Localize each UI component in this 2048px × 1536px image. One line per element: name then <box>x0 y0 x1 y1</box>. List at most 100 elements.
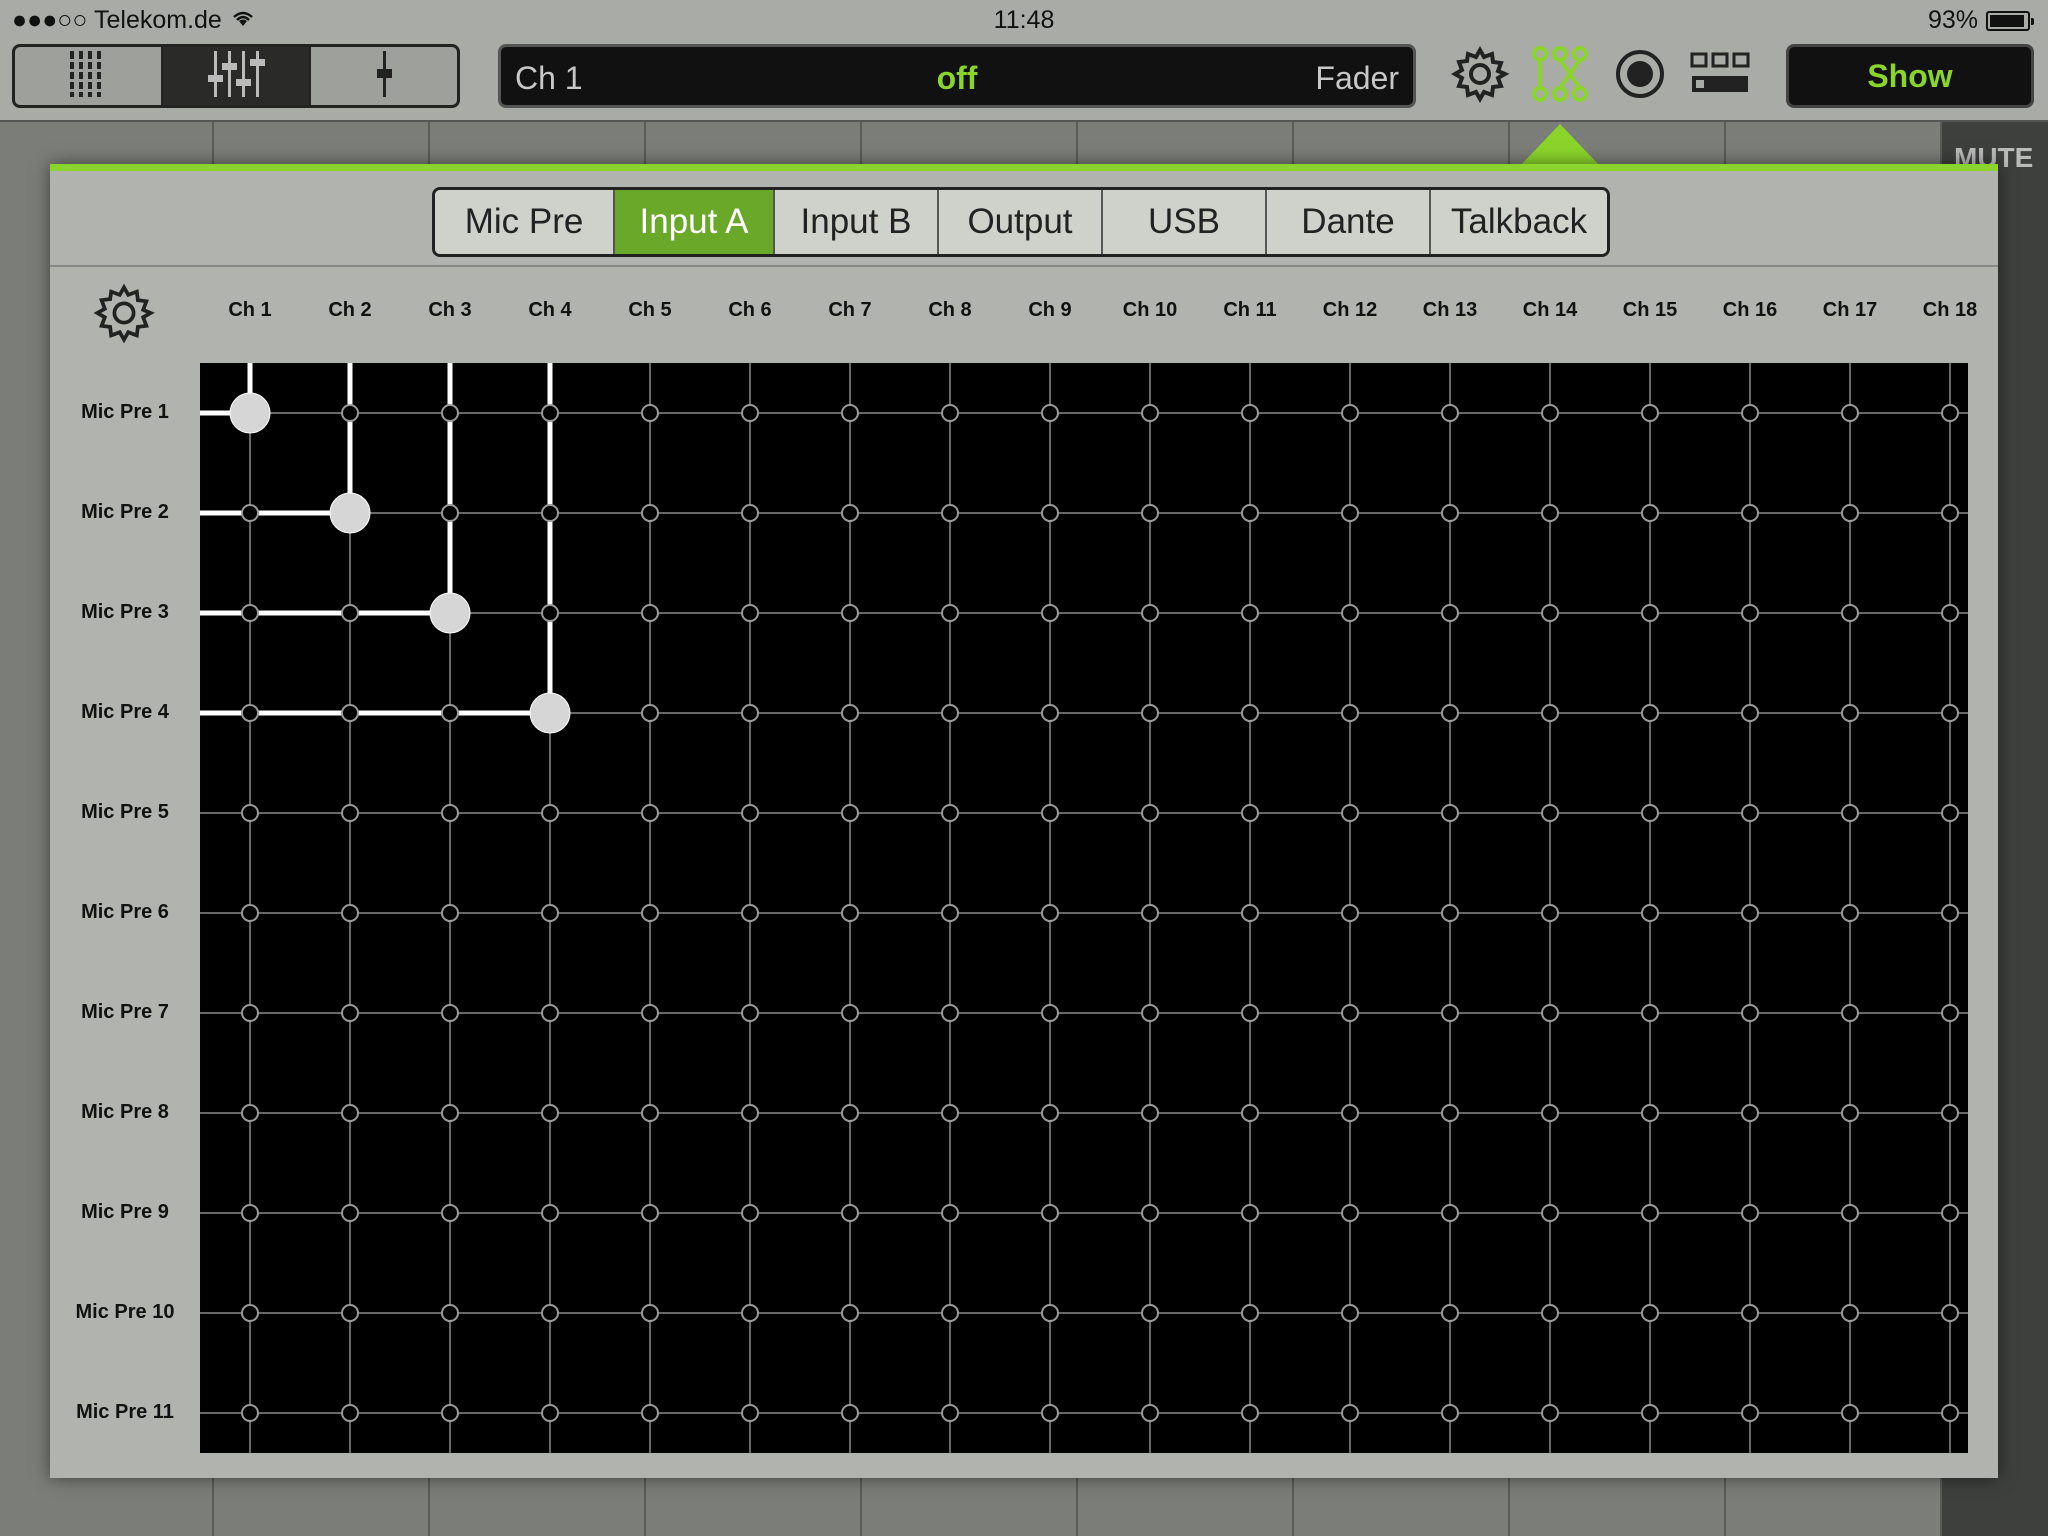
route-node[interactable] <box>841 604 859 622</box>
route-node[interactable] <box>1141 704 1159 722</box>
route-node[interactable] <box>1741 604 1759 622</box>
route-node[interactable] <box>1741 904 1759 922</box>
route-node[interactable] <box>541 504 559 522</box>
route-node[interactable] <box>1641 1004 1659 1022</box>
route-node[interactable] <box>1241 604 1259 622</box>
route-node[interactable] <box>1341 1404 1359 1422</box>
route-node[interactable] <box>741 704 759 722</box>
route-node[interactable] <box>741 1004 759 1022</box>
single-fader-view-button[interactable] <box>311 47 457 105</box>
route-node[interactable] <box>841 1304 859 1322</box>
route-node[interactable] <box>941 604 959 622</box>
route-node[interactable] <box>1241 1404 1259 1422</box>
route-node[interactable] <box>1541 404 1559 422</box>
route-node[interactable] <box>1641 1404 1659 1422</box>
route-node[interactable] <box>1241 1304 1259 1322</box>
route-node[interactable] <box>1841 804 1859 822</box>
route-node[interactable] <box>241 1404 259 1422</box>
route-node[interactable] <box>541 904 559 922</box>
route-node[interactable] <box>1941 1204 1959 1222</box>
route-node[interactable] <box>241 1204 259 1222</box>
route-node-active[interactable] <box>229 392 271 434</box>
route-node[interactable] <box>1441 1304 1459 1322</box>
route-node[interactable] <box>441 1304 459 1322</box>
route-node[interactable] <box>1941 604 1959 622</box>
route-node[interactable] <box>1141 1104 1159 1122</box>
route-node[interactable] <box>441 804 459 822</box>
route-node[interactable] <box>1341 504 1359 522</box>
route-node[interactable] <box>541 1204 559 1222</box>
route-node[interactable] <box>1641 1204 1659 1222</box>
route-node[interactable] <box>1141 1404 1159 1422</box>
route-node[interactable] <box>1441 1404 1459 1422</box>
route-node[interactable] <box>1941 704 1959 722</box>
route-node[interactable] <box>1041 1304 1059 1322</box>
route-node[interactable] <box>641 504 659 522</box>
route-node[interactable] <box>1841 904 1859 922</box>
route-node[interactable] <box>1641 704 1659 722</box>
route-node[interactable] <box>541 404 559 422</box>
route-node[interactable] <box>1541 1304 1559 1322</box>
route-node[interactable] <box>1241 504 1259 522</box>
route-node[interactable] <box>1541 504 1559 522</box>
route-node[interactable] <box>1341 1204 1359 1222</box>
route-node[interactable] <box>1741 1104 1759 1122</box>
route-node[interactable] <box>741 904 759 922</box>
channel-display[interactable]: Ch 1 off Fader <box>498 44 1416 108</box>
route-node[interactable] <box>1041 1404 1059 1422</box>
route-node[interactable] <box>1941 1104 1959 1122</box>
route-node[interactable] <box>1241 804 1259 822</box>
route-node[interactable] <box>341 1004 359 1022</box>
route-node[interactable] <box>341 404 359 422</box>
show-button[interactable]: Show <box>1786 44 2034 108</box>
route-node-active[interactable] <box>429 592 471 634</box>
route-node[interactable] <box>641 904 659 922</box>
route-node[interactable] <box>741 404 759 422</box>
route-node[interactable] <box>1241 1104 1259 1122</box>
route-node[interactable] <box>441 1404 459 1422</box>
route-node[interactable] <box>1141 1204 1159 1222</box>
route-node[interactable] <box>1541 604 1559 622</box>
route-node[interactable] <box>341 1204 359 1222</box>
routing-button[interactable] <box>1528 45 1592 106</box>
route-node[interactable] <box>841 804 859 822</box>
route-node[interactable] <box>1041 504 1059 522</box>
route-node[interactable] <box>1241 704 1259 722</box>
view-selector[interactable] <box>12 44 460 108</box>
route-node[interactable] <box>841 404 859 422</box>
route-node[interactable] <box>1341 1004 1359 1022</box>
route-node[interactable] <box>1041 1004 1059 1022</box>
route-node[interactable] <box>1841 1204 1859 1222</box>
route-node[interactable] <box>1941 504 1959 522</box>
route-node-active[interactable] <box>529 692 571 734</box>
tab-usb[interactable]: USB <box>1103 190 1267 254</box>
route-node[interactable] <box>1441 1204 1459 1222</box>
route-node[interactable] <box>1541 1004 1559 1022</box>
route-node[interactable] <box>241 604 259 622</box>
route-node[interactable] <box>741 1304 759 1322</box>
route-node-active[interactable] <box>329 492 371 534</box>
route-node[interactable] <box>841 1204 859 1222</box>
route-node[interactable] <box>941 1304 959 1322</box>
route-node[interactable] <box>1541 804 1559 822</box>
route-node[interactable] <box>841 1404 859 1422</box>
route-node[interactable] <box>1841 1004 1859 1022</box>
route-node[interactable] <box>1641 504 1659 522</box>
route-node[interactable] <box>841 704 859 722</box>
route-node[interactable] <box>1841 504 1859 522</box>
route-node[interactable] <box>941 1004 959 1022</box>
route-node[interactable] <box>1441 704 1459 722</box>
route-node[interactable] <box>741 504 759 522</box>
route-node[interactable] <box>1641 1104 1659 1122</box>
route-node[interactable] <box>241 504 259 522</box>
route-node[interactable] <box>1441 504 1459 522</box>
route-node[interactable] <box>541 1104 559 1122</box>
route-node[interactable] <box>741 1104 759 1122</box>
route-node[interactable] <box>1641 604 1659 622</box>
settings-button[interactable] <box>1448 45 1512 106</box>
route-node[interactable] <box>1241 404 1259 422</box>
route-node[interactable] <box>1741 504 1759 522</box>
route-node[interactable] <box>1941 804 1959 822</box>
route-node[interactable] <box>641 1004 659 1022</box>
route-node[interactable] <box>1341 704 1359 722</box>
